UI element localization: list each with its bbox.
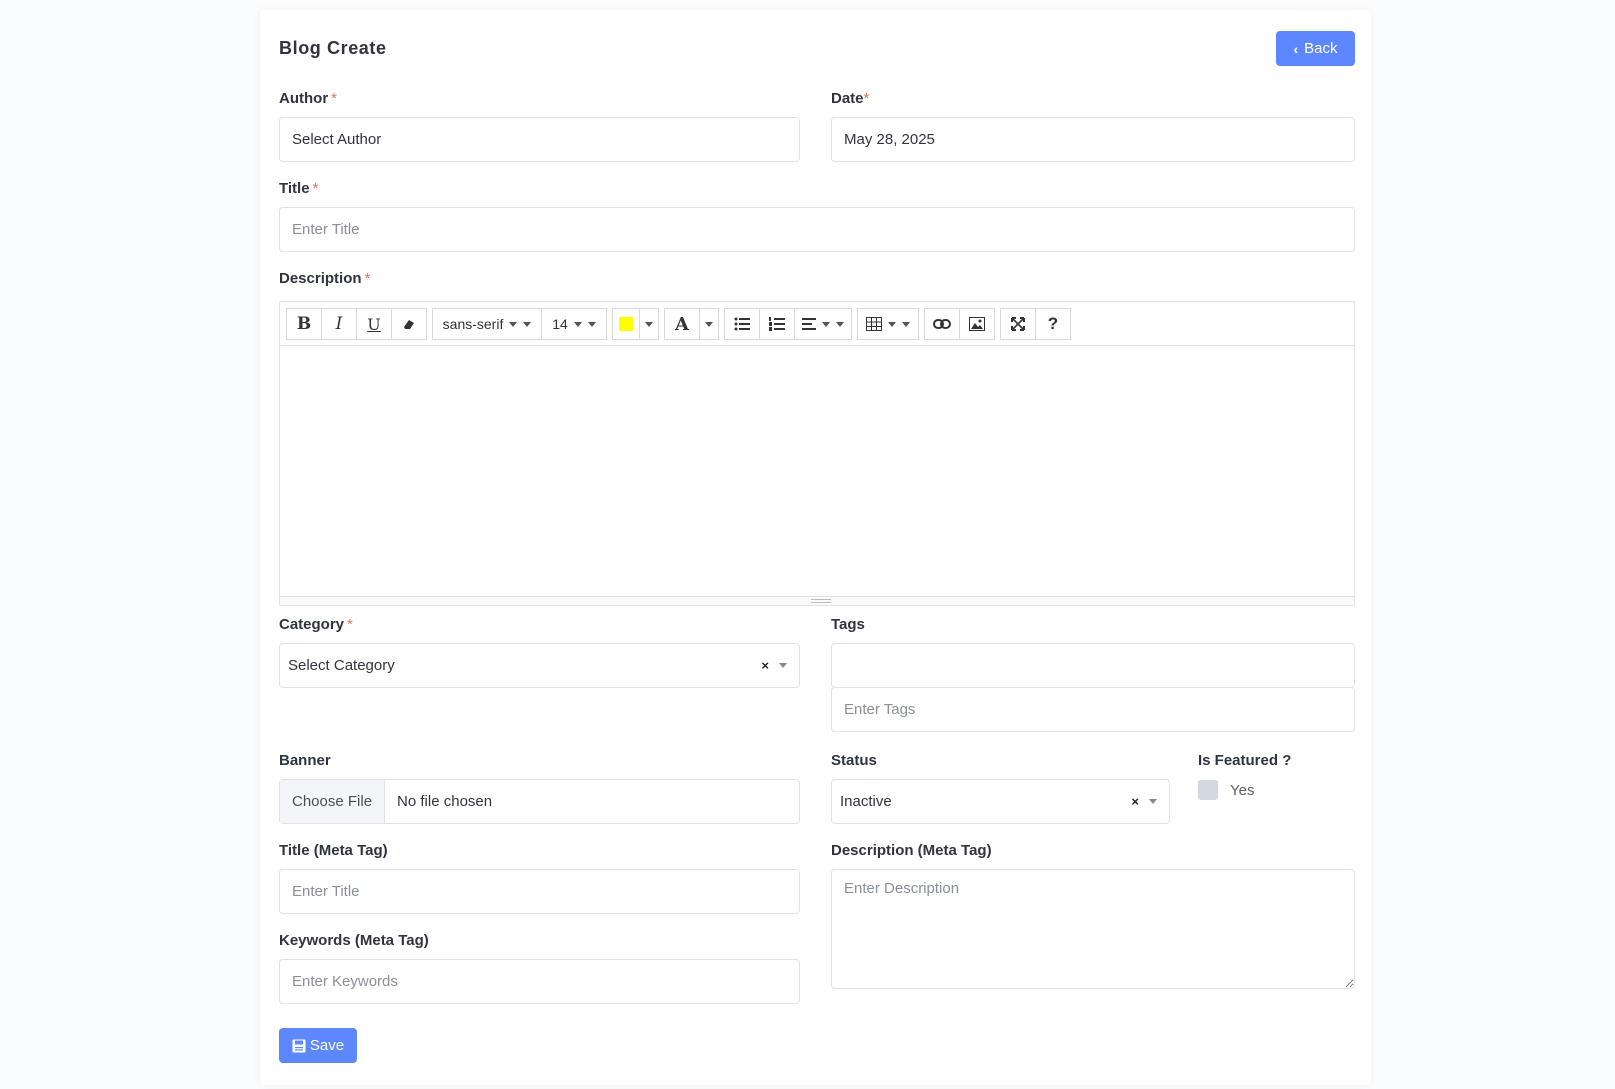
eraser-icon	[404, 320, 414, 329]
date-label: Date*	[831, 90, 870, 107]
editor-resize-bar[interactable]	[280, 596, 1354, 605]
font-family-dropdown[interactable]: sans-serif	[432, 308, 542, 340]
editor-content-area[interactable]	[280, 346, 1354, 598]
back-button-label: Back	[1304, 40, 1338, 57]
author-label: Author *	[279, 90, 337, 107]
clear-format-button[interactable]	[391, 308, 427, 340]
clear-icon[interactable]: ×	[761, 658, 769, 673]
tags-label: Tags	[831, 616, 865, 633]
category-label: Category *	[279, 616, 353, 633]
paragraph-align-dropdown[interactable]	[794, 308, 852, 340]
highlight-color-dropdown[interactable]	[639, 308, 659, 340]
caret-down-icon	[509, 321, 518, 327]
date-input[interactable]: May 28, 2025	[831, 117, 1355, 162]
meta-description-textarea[interactable]	[831, 869, 1355, 989]
title-label: Title *	[279, 180, 319, 197]
banner-file-input[interactable]: Choose File No file chosen	[279, 779, 800, 824]
caret-down-icon	[1149, 799, 1157, 804]
caret-down-icon	[779, 663, 787, 668]
back-button[interactable]: ‹ Back	[1276, 31, 1355, 66]
caret-down-icon	[523, 321, 532, 327]
font-size-dropdown[interactable]: 14	[541, 308, 607, 340]
caret-down-icon	[836, 321, 844, 327]
link-icon	[933, 319, 951, 329]
featured-option-label: Yes	[1230, 781, 1255, 799]
title-input[interactable]	[279, 207, 1355, 252]
save-button[interactable]: Save	[279, 1028, 357, 1063]
caret-down-icon	[645, 321, 653, 327]
table-icon	[866, 317, 882, 331]
author-select[interactable]: Select Author	[279, 117, 800, 162]
meta-keywords-input[interactable]	[279, 959, 800, 1004]
description-label: Description *	[279, 270, 371, 287]
insert-link-button[interactable]	[924, 308, 960, 340]
image-icon	[969, 317, 985, 331]
clear-icon[interactable]: ×	[1131, 794, 1139, 809]
caret-down-icon	[587, 321, 596, 327]
save-icon	[292, 1039, 306, 1052]
numbered-list-button[interactable]	[759, 308, 795, 340]
underline-button[interactable]: U	[356, 308, 392, 340]
banner-label: Banner	[279, 752, 331, 769]
status-select[interactable]: Inactive ×	[831, 779, 1170, 824]
meta-description-label: Description (Meta Tag)	[831, 842, 992, 859]
table-dropdown[interactable]	[857, 308, 919, 340]
caret-down-icon	[902, 321, 910, 327]
text-color-dropdown[interactable]	[699, 308, 719, 340]
choose-file-button[interactable]: Choose File	[280, 780, 386, 823]
meta-title-input[interactable]	[279, 869, 800, 914]
insert-image-button[interactable]	[959, 308, 995, 340]
bullet-list-button[interactable]	[724, 308, 760, 340]
numbered-list-icon	[769, 317, 785, 331]
page-title: Blog Create	[279, 38, 387, 58]
featured-label: Is Featured ?	[1198, 752, 1292, 769]
category-select[interactable]: Select Category ×	[279, 643, 800, 688]
featured-checkbox[interactable]	[1198, 780, 1218, 800]
editor-toolbar: B I U sans-serif 14 A ?	[280, 302, 1354, 346]
highlight-color-button[interactable]	[612, 308, 640, 340]
description-editor: B I U sans-serif 14 A ?	[279, 301, 1355, 606]
italic-button[interactable]: I	[321, 308, 357, 340]
highlight-swatch	[619, 317, 633, 331]
resize-grip-icon	[811, 599, 831, 603]
status-label: Status	[831, 752, 877, 769]
caret-down-icon	[888, 321, 896, 327]
caret-down-icon	[822, 321, 830, 327]
expand-icon	[1011, 317, 1025, 331]
text-color-button[interactable]: A	[664, 308, 700, 340]
meta-keywords-label: Keywords (Meta Tag)	[279, 932, 429, 949]
caret-down-icon	[573, 321, 582, 327]
featured-option: Yes	[1198, 780, 1254, 800]
align-left-icon	[802, 318, 816, 330]
save-button-label: Save	[309, 1037, 345, 1054]
tags-display[interactable]	[831, 643, 1355, 688]
file-status: No file chosen	[397, 793, 493, 810]
tags-input[interactable]	[831, 687, 1355, 732]
chevron-left-icon: ‹	[1293, 40, 1299, 57]
bold-button[interactable]: B	[286, 308, 322, 340]
caret-down-icon	[705, 321, 713, 327]
help-button[interactable]: ?	[1035, 308, 1071, 340]
fullscreen-button[interactable]	[1000, 308, 1036, 340]
blog-create-card: Blog Create ‹ Back Author * Select Author…	[260, 10, 1371, 1085]
bullet-list-icon	[734, 317, 750, 331]
meta-title-label: Title (Meta Tag)	[279, 842, 388, 859]
